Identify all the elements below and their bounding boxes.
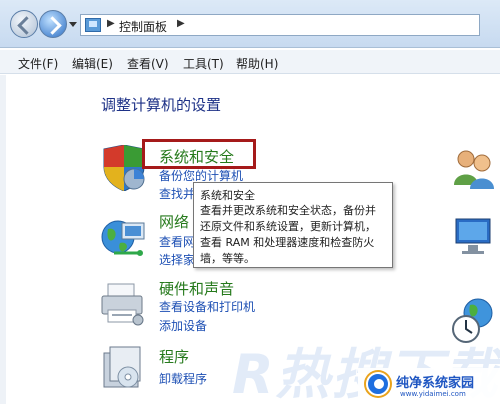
user-accounts-icon[interactable]	[450, 145, 496, 191]
watermark-url: www.yidaimei.com	[400, 390, 466, 398]
tooltip-line: 还原文件和系统设置，更新计算机，	[200, 220, 376, 233]
link-find-fix[interactable]: 查找并	[159, 185, 195, 202]
menu-bar: 文件(F) 编辑(E) 查看(V) 工具(T) 帮助(H)	[0, 50, 500, 74]
page-title: 调整计算机的设置	[101, 96, 222, 114]
control-panel-icon	[85, 18, 101, 32]
menu-tools[interactable]: 工具(T)	[183, 55, 224, 72]
tooltip-line: 墙，等等。	[200, 252, 255, 265]
highlight-box	[142, 139, 256, 169]
printer-icon[interactable]	[100, 280, 148, 326]
forward-button[interactable]	[39, 10, 67, 38]
display-icon[interactable]	[452, 215, 496, 259]
link-view-network[interactable]: 查看网	[159, 233, 195, 250]
link-devices-printers[interactable]: 查看设备和打印机	[159, 298, 255, 315]
address-toolbar: ▶ 控制面板 ▶	[0, 0, 500, 48]
menu-view[interactable]: 查看(V)	[127, 55, 169, 72]
window-left-edge	[0, 75, 6, 404]
tooltip-line: 查看 RAM 和处理器速度和检查防火	[200, 236, 375, 249]
menu-edit[interactable]: 编辑(E)	[72, 55, 113, 72]
menu-help[interactable]: 帮助(H)	[236, 55, 278, 72]
tooltip-title: 系统和安全	[200, 189, 255, 202]
chevron-right-icon[interactable]: ▶	[107, 18, 115, 29]
category-hardware-sound[interactable]: 硬件和声音	[159, 278, 234, 299]
network-globe-icon[interactable]	[100, 215, 148, 259]
tooltip-line: 查看并更改系统和安全状态，备份并	[200, 204, 376, 217]
link-uninstall-program[interactable]: 卸载程序	[159, 370, 207, 387]
watermark-logo-icon	[366, 372, 390, 396]
link-homegroup[interactable]: 选择家	[159, 251, 195, 268]
link-add-device[interactable]: 添加设备	[159, 317, 207, 334]
security-shield-icon[interactable]	[100, 145, 148, 191]
menu-file[interactable]: 文件(F)	[18, 55, 58, 72]
category-programs[interactable]: 程序	[159, 346, 189, 367]
address-field[interactable]: ▶ 控制面板 ▶	[80, 14, 480, 36]
back-button[interactable]	[10, 10, 38, 38]
breadcrumb-control-panel[interactable]: 控制面板	[119, 18, 167, 35]
category-network[interactable]: 网络	[159, 211, 189, 232]
watermark-name: 纯净系统家园	[396, 376, 475, 391]
recent-pages-dropdown[interactable]	[69, 22, 77, 27]
programs-box-icon[interactable]	[100, 345, 148, 391]
chevron-right-icon[interactable]: ▶	[177, 18, 185, 29]
tooltip-system-security: 系统和安全 查看并更改系统和安全状态，备份并 还原文件和系统设置，更新计算机， …	[193, 182, 393, 268]
